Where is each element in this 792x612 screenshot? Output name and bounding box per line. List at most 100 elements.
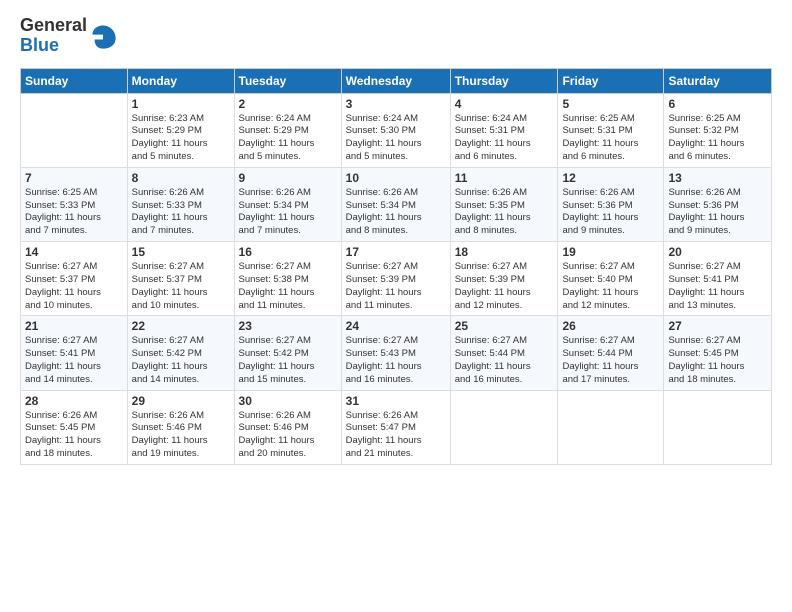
day-number: 30 xyxy=(239,394,337,408)
calendar-cell: 22 Sunrise: 6:27 AM Sunset: 5:42 PM Dayli… xyxy=(127,316,234,390)
calendar-cell: 31 Sunrise: 6:26 AM Sunset: 5:47 PM Dayli… xyxy=(341,390,450,464)
calendar-cell: 6 Sunrise: 6:25 AM Sunset: 5:32 PM Daylig… xyxy=(664,93,772,167)
calendar-cell: 2 Sunrise: 6:24 AM Sunset: 5:29 PM Daylig… xyxy=(234,93,341,167)
calendar-cell: 20Sunrise: 6:27 AM Sunset: 5:41 PM Dayli… xyxy=(664,242,772,316)
day-number: 12 xyxy=(562,171,659,185)
calendar-cell: 12Sunrise: 6:26 AM Sunset: 5:36 PM Dayli… xyxy=(558,167,664,241)
day-number: 25 xyxy=(455,319,554,333)
day-number: 24 xyxy=(346,319,446,333)
calendar-cell: 7 Sunrise: 6:25 AM Sunset: 5:33 PM Daylig… xyxy=(21,167,128,241)
day-number: 6 xyxy=(668,97,767,111)
calendar-cell: 1 Sunrise: 6:23 AM Sunset: 5:29 PM Daylig… xyxy=(127,93,234,167)
day-number: 31 xyxy=(346,394,446,408)
calendar-cell: 14 Sunrise: 6:27 AM Sunset: 5:37 PM Dayli… xyxy=(21,242,128,316)
calendar-cell: 8Sunrise: 6:26 AM Sunset: 5:33 PM Daylig… xyxy=(127,167,234,241)
day-info: Sunrise: 6:26 AM Sunset: 5:34 PM Dayligh… xyxy=(239,187,337,238)
day-info: Sunrise: 6:24 AM Sunset: 5:30 PM Dayligh… xyxy=(346,113,446,164)
calendar-table: SundayMondayTuesdayWednesdayThursdayFrid… xyxy=(20,68,772,465)
calendar-cell xyxy=(450,390,558,464)
day-info: Sunrise: 6:25 AM Sunset: 5:33 PM Dayligh… xyxy=(25,187,123,238)
calendar-cell: 28 Sunrise: 6:26 AM Sunset: 5:45 PM Dayli… xyxy=(21,390,128,464)
day-info: Sunrise: 6:26 AM Sunset: 5:36 PM Dayligh… xyxy=(668,187,767,238)
day-number: 14 xyxy=(25,245,123,259)
header-thursday: Thursday xyxy=(450,68,558,93)
week-row-3: 14 Sunrise: 6:27 AM Sunset: 5:37 PM Dayli… xyxy=(21,242,772,316)
calendar-cell: 30 Sunrise: 6:26 AM Sunset: 5:46 PM Dayli… xyxy=(234,390,341,464)
day-info: Sunrise: 6:26 AM Sunset: 5:45 PM Dayligh… xyxy=(25,410,123,461)
day-number: 3 xyxy=(346,97,446,111)
header-friday: Friday xyxy=(558,68,664,93)
calendar-cell: 15Sunrise: 6:27 AM Sunset: 5:37 PM Dayli… xyxy=(127,242,234,316)
day-info: Sunrise: 6:27 AM Sunset: 5:45 PM Dayligh… xyxy=(668,335,767,386)
day-number: 10 xyxy=(346,171,446,185)
calendar-cell xyxy=(558,390,664,464)
day-info: Sunrise: 6:27 AM Sunset: 5:41 PM Dayligh… xyxy=(25,335,123,386)
calendar-cell: 4 Sunrise: 6:24 AM Sunset: 5:31 PM Daylig… xyxy=(450,93,558,167)
day-number: 22 xyxy=(132,319,230,333)
day-info: Sunrise: 6:27 AM Sunset: 5:39 PM Dayligh… xyxy=(346,261,446,312)
day-number: 20 xyxy=(668,245,767,259)
day-number: 16 xyxy=(239,245,337,259)
calendar-cell: 19Sunrise: 6:27 AM Sunset: 5:40 PM Dayli… xyxy=(558,242,664,316)
day-info: Sunrise: 6:26 AM Sunset: 5:47 PM Dayligh… xyxy=(346,410,446,461)
day-number: 2 xyxy=(239,97,337,111)
week-row-5: 28 Sunrise: 6:26 AM Sunset: 5:45 PM Dayli… xyxy=(21,390,772,464)
week-row-2: 7 Sunrise: 6:25 AM Sunset: 5:33 PM Daylig… xyxy=(21,167,772,241)
day-number: 8 xyxy=(132,171,230,185)
day-number: 17 xyxy=(346,245,446,259)
day-info: Sunrise: 6:27 AM Sunset: 5:44 PM Dayligh… xyxy=(455,335,554,386)
calendar-cell: 25 Sunrise: 6:27 AM Sunset: 5:44 PM Dayli… xyxy=(450,316,558,390)
calendar-cell xyxy=(664,390,772,464)
calendar-cell: 13 Sunrise: 6:26 AM Sunset: 5:36 PM Dayli… xyxy=(664,167,772,241)
header-tuesday: Tuesday xyxy=(234,68,341,93)
calendar-cell: 3 Sunrise: 6:24 AM Sunset: 5:30 PM Daylig… xyxy=(341,93,450,167)
calendar-cell: 21Sunrise: 6:27 AM Sunset: 5:41 PM Dayli… xyxy=(21,316,128,390)
day-info: Sunrise: 6:26 AM Sunset: 5:46 PM Dayligh… xyxy=(239,410,337,461)
header-saturday: Saturday xyxy=(664,68,772,93)
day-number: 11 xyxy=(455,171,554,185)
week-row-4: 21Sunrise: 6:27 AM Sunset: 5:41 PM Dayli… xyxy=(21,316,772,390)
header-row: SundayMondayTuesdayWednesdayThursdayFrid… xyxy=(21,68,772,93)
day-number: 4 xyxy=(455,97,554,111)
day-info: Sunrise: 6:26 AM Sunset: 5:46 PM Dayligh… xyxy=(132,410,230,461)
day-info: Sunrise: 6:24 AM Sunset: 5:31 PM Dayligh… xyxy=(455,113,554,164)
calendar-cell: 11 Sunrise: 6:26 AM Sunset: 5:35 PM Dayli… xyxy=(450,167,558,241)
page-header: General Blue xyxy=(20,16,772,56)
calendar-cell: 10Sunrise: 6:26 AM Sunset: 5:34 PM Dayli… xyxy=(341,167,450,241)
header-monday: Monday xyxy=(127,68,234,93)
day-number: 9 xyxy=(239,171,337,185)
day-info: Sunrise: 6:27 AM Sunset: 5:42 PM Dayligh… xyxy=(239,335,337,386)
day-info: Sunrise: 6:27 AM Sunset: 5:42 PM Dayligh… xyxy=(132,335,230,386)
day-info: Sunrise: 6:27 AM Sunset: 5:43 PM Dayligh… xyxy=(346,335,446,386)
day-number: 27 xyxy=(668,319,767,333)
day-info: Sunrise: 6:25 AM Sunset: 5:32 PM Dayligh… xyxy=(668,113,767,164)
header-wednesday: Wednesday xyxy=(341,68,450,93)
day-info: Sunrise: 6:26 AM Sunset: 5:35 PM Dayligh… xyxy=(455,187,554,238)
day-number: 23 xyxy=(239,319,337,333)
day-number: 5 xyxy=(562,97,659,111)
day-number: 1 xyxy=(132,97,230,111)
calendar-cell: 17 Sunrise: 6:27 AM Sunset: 5:39 PM Dayli… xyxy=(341,242,450,316)
calendar-cell: 29 Sunrise: 6:26 AM Sunset: 5:46 PM Dayli… xyxy=(127,390,234,464)
day-info: Sunrise: 6:27 AM Sunset: 5:37 PM Dayligh… xyxy=(25,261,123,312)
calendar-cell: 26 Sunrise: 6:27 AM Sunset: 5:44 PM Dayli… xyxy=(558,316,664,390)
day-number: 18 xyxy=(455,245,554,259)
day-number: 7 xyxy=(25,171,123,185)
calendar-cell: 24 Sunrise: 6:27 AM Sunset: 5:43 PM Dayli… xyxy=(341,316,450,390)
calendar-cell: 18 Sunrise: 6:27 AM Sunset: 5:39 PM Dayli… xyxy=(450,242,558,316)
day-number: 15 xyxy=(132,245,230,259)
day-number: 29 xyxy=(132,394,230,408)
day-number: 26 xyxy=(562,319,659,333)
day-info: Sunrise: 6:27 AM Sunset: 5:44 PM Dayligh… xyxy=(562,335,659,386)
day-info: Sunrise: 6:27 AM Sunset: 5:39 PM Dayligh… xyxy=(455,261,554,312)
calendar-cell: 9 Sunrise: 6:26 AM Sunset: 5:34 PM Daylig… xyxy=(234,167,341,241)
day-info: Sunrise: 6:24 AM Sunset: 5:29 PM Dayligh… xyxy=(239,113,337,164)
logo: General Blue xyxy=(20,16,117,56)
day-info: Sunrise: 6:27 AM Sunset: 5:38 PM Dayligh… xyxy=(239,261,337,312)
calendar-cell: 5Sunrise: 6:25 AM Sunset: 5:31 PM Daylig… xyxy=(558,93,664,167)
calendar-cell xyxy=(21,93,128,167)
calendar-cell: 27 Sunrise: 6:27 AM Sunset: 5:45 PM Dayli… xyxy=(664,316,772,390)
day-number: 28 xyxy=(25,394,123,408)
day-info: Sunrise: 6:23 AM Sunset: 5:29 PM Dayligh… xyxy=(132,113,230,164)
day-number: 13 xyxy=(668,171,767,185)
